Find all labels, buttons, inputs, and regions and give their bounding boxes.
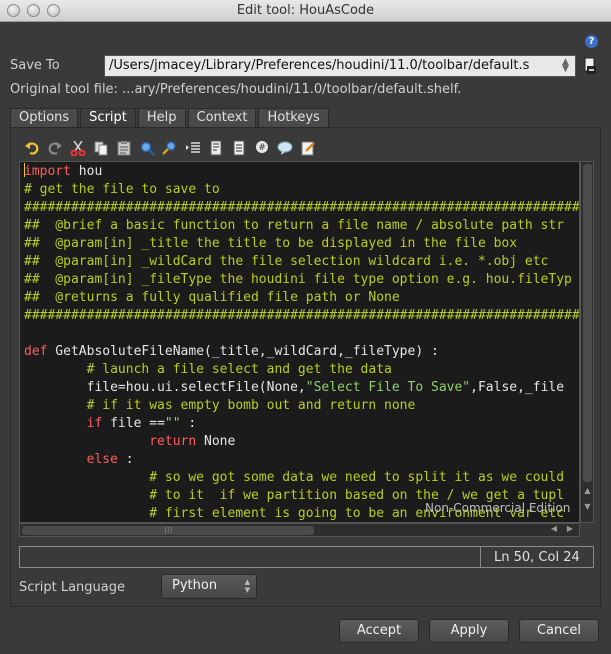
code-token: None [196, 434, 236, 449]
scroll-up-icon[interactable]: ▲ [583, 486, 592, 498]
status-divider [480, 547, 481, 567]
code-line: # if it was empty bomb out and return no… [24, 397, 416, 415]
code-token: import [24, 164, 71, 179]
unindent-icon[interactable] [206, 138, 225, 157]
code-line: ## @param[in] _title the title to be dis… [24, 235, 517, 253]
code-line: file=hou.ui.selectFile(None,"Select File… [24, 379, 564, 397]
code-token: ## @param[in] _fileType the houdini file… [24, 272, 572, 287]
cursor-position: Ln 50, Col 24 [494, 550, 580, 565]
code-token: ## @param[in] _wildCard the file selecti… [24, 254, 549, 269]
editor-toolbar: # [22, 138, 317, 158]
code-line: ########################################… [24, 199, 580, 217]
svg-text:#: # [258, 143, 266, 153]
code-line: def GetAbsoluteFileName(_title,_wildCard… [24, 343, 439, 361]
code-token: file == [102, 416, 165, 431]
code-token: # get the file to save to [24, 182, 220, 197]
redo-icon[interactable] [45, 138, 64, 157]
script-language-label: Script Language [19, 580, 125, 595]
window-title: Edit tool: HouAsCode [236, 3, 375, 18]
save-to-path-value: /Users/jmacey/Library/Preferences/houdin… [109, 58, 530, 73]
code-token: GetAbsoluteFileName(_title,_wildCard,_fi… [47, 344, 439, 359]
accept-button[interactable]: Accept [339, 619, 419, 643]
code-line: # launch a file select and get the data [24, 361, 392, 379]
horizontal-scrollbar[interactable]: ⁞⁞⁞ ◀ ▶ [19, 523, 580, 537]
code-line: ## @returns a fully qualified file path … [24, 289, 400, 307]
script-language-select[interactable]: Python ▲ ▼ [161, 574, 257, 599]
code-line: return None [24, 433, 235, 451]
tab-bar: Options Script Help Context Hotkeys [10, 108, 331, 128]
code-token: "" [164, 416, 181, 431]
code-token: ########################################… [24, 308, 580, 323]
indent-icon[interactable] [183, 138, 202, 157]
horizontal-scroll-thumb[interactable]: ⁞⁞⁞ [22, 526, 314, 536]
paste-icon[interactable] [114, 138, 133, 157]
code-line: ## @param[in] _wildCard the file selecti… [24, 253, 548, 271]
chevron-updown-icon: ▲ ▼ [244, 578, 250, 594]
code-line: ########################################… [24, 307, 580, 325]
save-to-label: Save To [10, 58, 60, 73]
code-line: # so we got some data we need to split i… [24, 469, 564, 487]
code-token: ########################################… [24, 200, 580, 215]
code-line: # get the file to save to [24, 181, 220, 199]
tab-options[interactable]: Options [10, 108, 79, 128]
edit-icon[interactable] [298, 138, 317, 157]
chevron-updown-icon[interactable]: ▲ ▼ [559, 58, 572, 74]
tab-context[interactable]: Context [187, 108, 257, 128]
dedent-icon[interactable] [229, 138, 248, 157]
code-token: ## @brief a basic function to return a f… [24, 218, 565, 233]
code-token: : [117, 452, 134, 467]
file-browse-icon[interactable] [583, 57, 597, 75]
comment-icon[interactable]: # [252, 138, 271, 157]
code-token: ## @param[in] _title the title to be dis… [24, 236, 518, 251]
code-line: import hou [24, 163, 102, 181]
code-token: # if it was empty bomb out and return no… [24, 398, 416, 413]
code-token: : [180, 416, 197, 431]
scroll-right-icon[interactable]: ▶ [564, 524, 576, 536]
code-token: file=hou.ui.selectFile(None, [24, 380, 306, 395]
status-bar: Ln 50, Col 24 [19, 546, 594, 568]
uncomment-icon[interactable] [275, 138, 294, 157]
vertical-scrollbar[interactable]: ▲ ▼ [580, 161, 594, 523]
tab-help[interactable]: Help [137, 108, 186, 128]
scroll-grip-icon: ⁞⁞⁞ [164, 526, 173, 536]
original-tool-file: Original tool file: ...ary/Preferences/h… [10, 82, 462, 97]
code-token: ,False,_file [470, 380, 565, 395]
cancel-button[interactable]: Cancel [519, 619, 599, 643]
code-line: ## @brief a basic function to return a f… [24, 217, 564, 235]
find-replace-icon[interactable] [160, 138, 179, 157]
code-token: # so we got some data we need to split i… [24, 470, 565, 485]
copy-icon[interactable] [91, 138, 110, 157]
code-token: ## @returns a fully qualified file path … [24, 290, 400, 305]
code-token: hou [70, 164, 103, 179]
code-token: if [86, 416, 103, 431]
undo-icon[interactable] [22, 138, 41, 157]
find-icon[interactable] [137, 138, 156, 157]
tab-hotkeys[interactable]: Hotkeys [258, 108, 329, 128]
apply-button[interactable]: Apply [429, 619, 509, 643]
scroll-down-icon[interactable]: ▼ [583, 502, 592, 514]
cut-icon[interactable] [68, 138, 87, 157]
scroll-left-icon[interactable]: ◀ [548, 524, 560, 536]
code-line: ## @param[in] _fileType the houdini file… [24, 271, 572, 289]
script-language-value: Python [172, 578, 218, 593]
code-token: "Select File To Save" [305, 380, 471, 395]
code-token: # launch a file select and get the data [24, 362, 392, 377]
code-editor[interactable]: import hou # get the file to save to #####… [19, 161, 580, 523]
help-icon[interactable]: ? [585, 35, 598, 48]
code-line: if file =="" : [24, 415, 197, 433]
code-token: else [86, 452, 118, 467]
code-line: else : [24, 451, 134, 469]
title-bar: Edit tool: HouAsCode [0, 0, 611, 22]
save-to-path-field[interactable]: /Users/jmacey/Library/Preferences/houdin… [104, 55, 576, 77]
tab-script[interactable]: Script [80, 108, 136, 128]
edition-watermark: Non-Commercial Edition [425, 501, 571, 515]
code-token: return [149, 434, 197, 449]
code-token: def [24, 344, 48, 359]
vertical-scroll-thumb[interactable] [583, 164, 592, 482]
